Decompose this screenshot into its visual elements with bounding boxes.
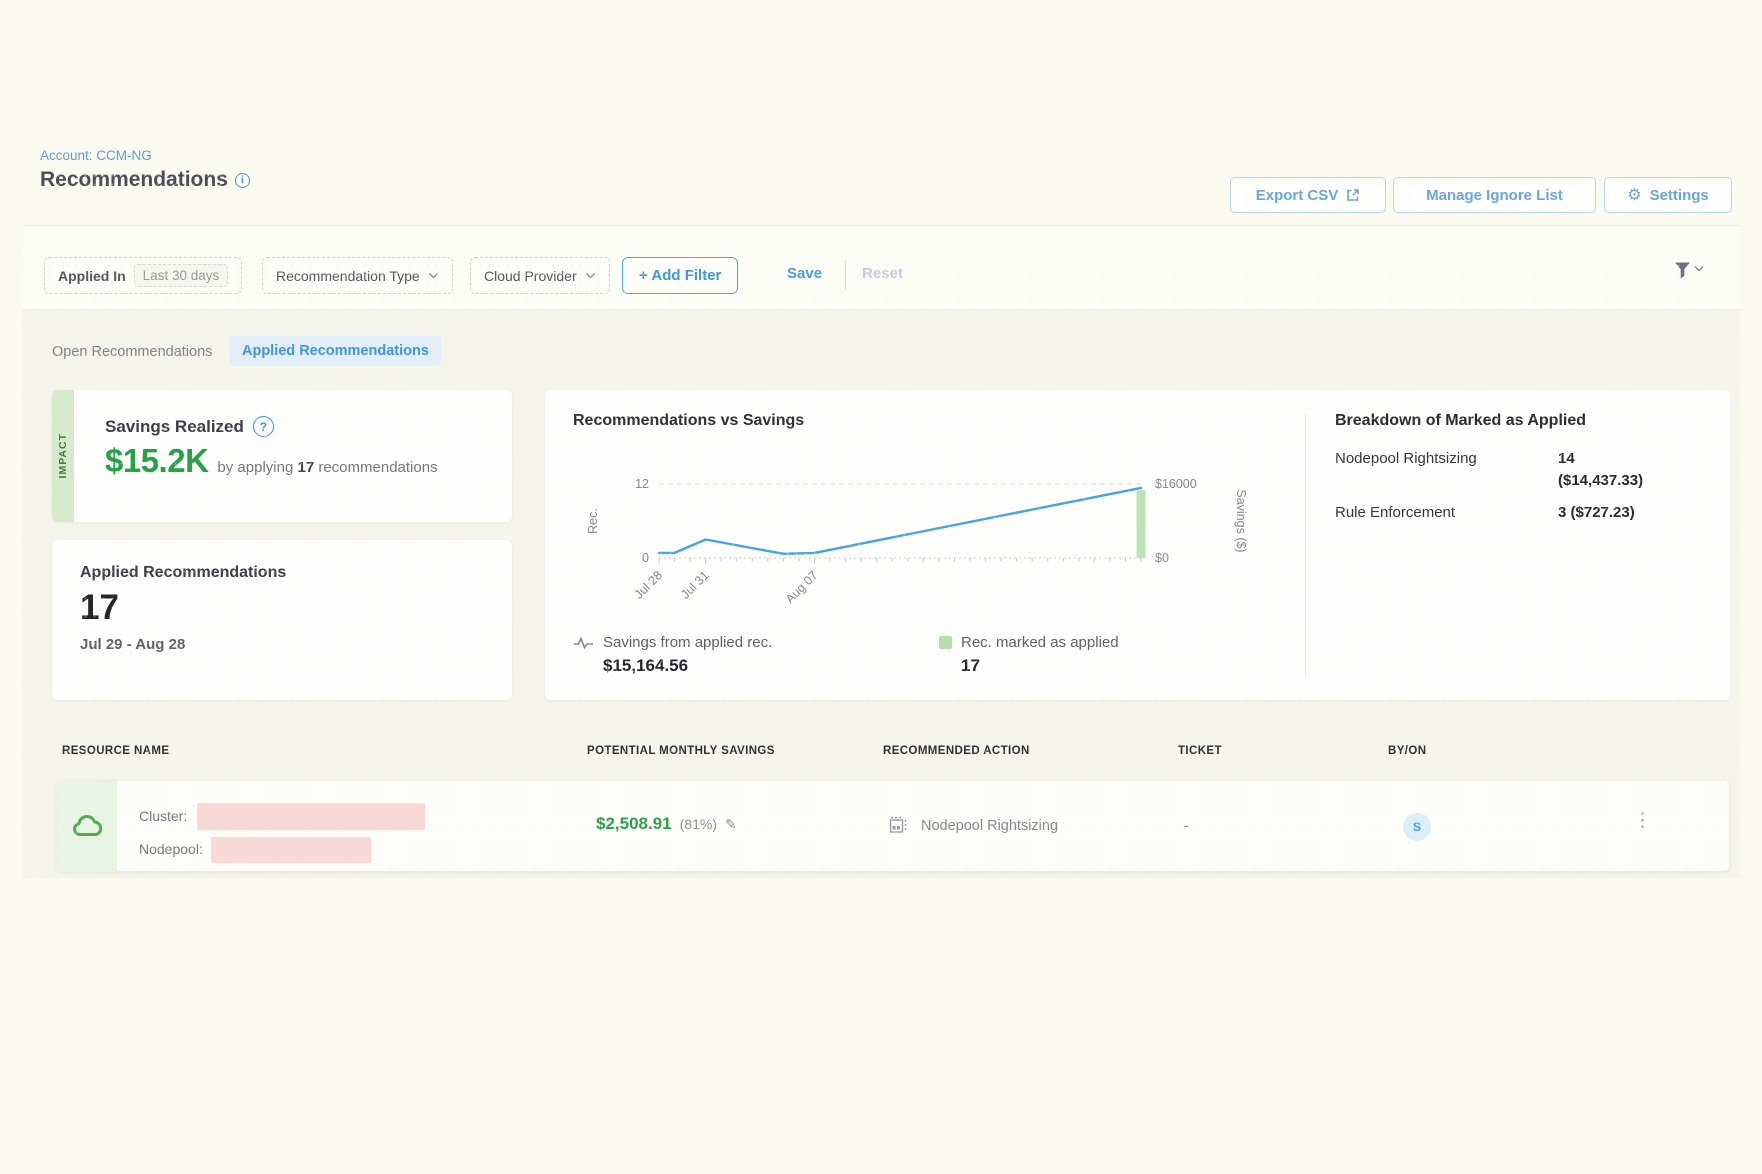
chart-card: Recommendations vs Savings 12 0 $16000 $0 Re… [545,390,1730,700]
filter-applied-in[interactable]: Applied In Last 30 days [44,257,242,294]
nodepool-label: Nodepool: [139,841,203,857]
svg-text:$16000: $16000 [1155,477,1197,491]
filter-recommendation-type-label: Recommendation Type [276,268,420,284]
applied-rec-bar [1137,490,1146,558]
chart-title: Recommendations vs Savings [573,412,804,430]
legend-savings-label: Savings from applied rec. [603,634,772,651]
cluster-label: Cluster: [139,808,187,824]
account-breadcrumb[interactable]: Account: CCM-NG [40,148,152,163]
cloud-icon [71,814,103,838]
filter-panel-toggle[interactable] [1674,261,1704,280]
save-filters-link[interactable]: Save [787,265,822,282]
breakdown-title: Breakdown of Marked as Applied [1335,412,1586,430]
settings-label: Settings [1650,187,1709,204]
funnel-icon [1674,261,1691,280]
breakdown-row-value-detail: ($14,437.33) [1558,472,1643,489]
pulse-line-icon [573,635,594,650]
svg-text:Savings ($): Savings ($) [1234,489,1248,552]
page-title: Recommendations i [40,168,250,192]
column-header-by-on: BY/ON [1388,745,1426,757]
divider [845,260,846,290]
add-filter-button[interactable]: + Add Filter [622,257,738,294]
savings-realized-desc: by applying 17 recommendations [217,459,437,476]
column-header-recommended-action: RECOMMENDED ACTION [883,745,1030,757]
manage-ignore-list-button[interactable]: Manage Ignore List [1393,177,1596,213]
legend-savings: Savings from applied rec. $15,164.56 [573,634,772,676]
savings-realized-card: IMPACT Savings Realized ? $15.2K by appl… [52,390,512,522]
applied-count-inline: 17 [297,459,314,476]
external-link-icon [1346,188,1360,202]
chevron-down-icon [428,272,439,280]
help-icon[interactable]: ? [253,416,274,437]
chevron-down-icon [1694,265,1704,273]
edit-pencil-icon[interactable]: ✎ [725,816,737,833]
breakdown-row-label: Nodepool Rightsizing [1335,450,1477,467]
row-recommended-action: Nodepool Rightsizing [889,816,1058,836]
green-square-icon [939,636,952,649]
tab-applied-recommendations[interactable]: Applied Recommendations [230,336,441,366]
row-menu-kebab-icon[interactable]: ⋮ [1633,811,1652,830]
filter-cloud-provider-label: Cloud Provider [484,268,577,284]
row-ticket: - [1184,817,1189,833]
avatar-initial: S [1413,820,1421,834]
svg-text:Aug 07: Aug 07 [783,568,821,606]
nodepool-rightsizing-icon [889,816,909,836]
row-savings-percent: (81%) [680,816,717,832]
add-filter-label: + Add Filter [639,267,721,284]
svg-text:12: 12 [635,477,649,491]
chevron-down-icon [585,272,596,280]
divider [1305,414,1306,676]
cluster-name-redacted [197,803,425,830]
savings-line [659,488,1141,554]
applied-card-count: 17 [80,588,119,628]
nodepool-name-redacted [211,837,371,863]
svg-text:Jul 28: Jul 28 [632,568,666,602]
filter-recommendation-type[interactable]: Recommendation Type [262,257,453,294]
legend-applied: Rec. marked as applied 17 [939,634,1119,676]
column-header-resource-name: RESOURCE NAME [62,745,169,757]
row-icon-cell [57,781,117,871]
info-icon[interactable]: i [235,173,250,188]
svg-text:Jul 31: Jul 31 [678,568,712,602]
svg-text:$0: $0 [1155,551,1169,565]
export-csv-label: Export CSV [1256,187,1339,204]
recommendations-page: Account: CCM-NG Recommendations i Export… [0,0,1762,1174]
reset-filters-link[interactable]: Reset [862,265,903,282]
row-savings: $2,508.91 (81%) ✎ [596,814,737,834]
impact-strip-label: IMPACT [57,433,69,478]
savings-realized-amount: $15.2K [105,442,208,480]
applied-card-date-range: Jul 29 - Aug 28 [80,636,185,653]
svg-text:0: 0 [642,551,649,565]
savings-realized-title: Savings Realized [105,417,244,437]
recommendation-row[interactable]: Cluster: Nodepool: $2,508.91 (81%) ✎ Nod… [56,780,1730,872]
svg-text:Rec.: Rec. [586,508,600,534]
user-avatar: S [1403,813,1431,841]
legend-savings-value: $15,164.56 [603,656,772,676]
row-action-label: Nodepool Rightsizing [921,818,1058,834]
filter-applied-in-label: Applied In [58,268,126,284]
filter-cloud-provider[interactable]: Cloud Provider [470,257,610,294]
breakdown-row-value: 3 ($727.23) [1558,504,1635,521]
manage-ignore-list-label: Manage Ignore List [1426,187,1563,204]
column-header-ticket: TICKET [1178,745,1222,757]
breakdown-row-label: Rule Enforcement [1335,504,1455,521]
impact-strip: IMPACT [52,390,74,522]
page-title-text: Recommendations [40,168,228,192]
legend-applied-label: Rec. marked as applied [961,634,1119,651]
row-savings-amount: $2,508.91 [596,814,672,834]
legend-applied-value: 17 [961,656,1119,676]
export-csv-button[interactable]: Export CSV [1230,177,1386,213]
filter-applied-in-value: Last 30 days [134,264,229,287]
gear-icon: ⚙ [1627,185,1641,205]
tab-open-recommendations[interactable]: Open Recommendations [52,344,212,360]
breakdown-row-value: 14 [1558,450,1575,467]
settings-button[interactable]: ⚙ Settings [1604,177,1732,213]
column-header-potential-savings: POTENTIAL MONTHLY SAVINGS [587,745,775,757]
applied-recommendations-card: Applied Recommendations 17 Jul 29 - Aug … [52,540,512,700]
applied-card-title: Applied Recommendations [80,564,286,582]
rec-vs-savings-chart: 12 0 $16000 $0 Rec. Savings ($) Jul 28 Jul 31 Au… [559,458,1259,634]
